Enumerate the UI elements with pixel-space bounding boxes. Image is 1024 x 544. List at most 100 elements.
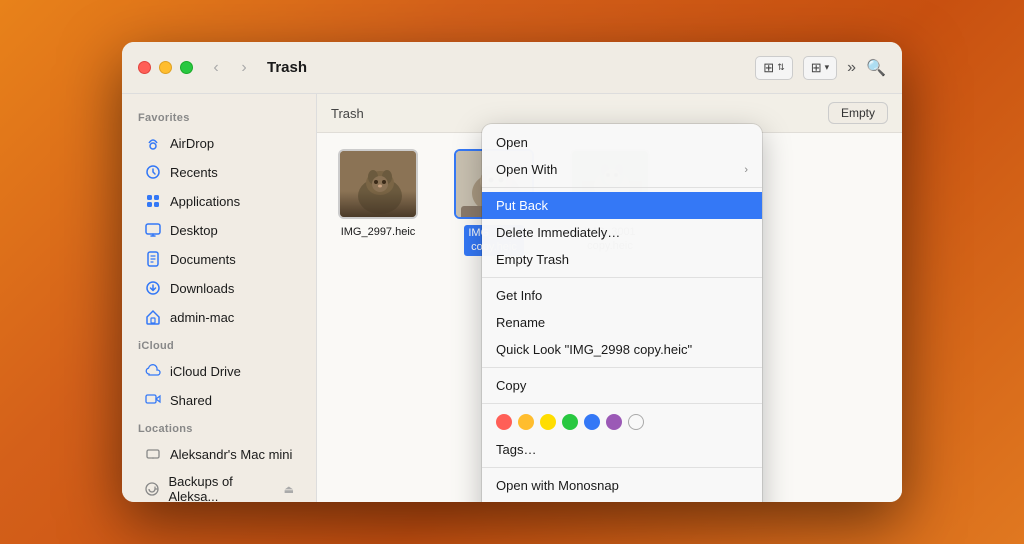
tag-green[interactable]: [562, 414, 578, 430]
tag-red[interactable]: [496, 414, 512, 430]
cm-empty-trash-label: Empty Trash: [496, 252, 569, 267]
search-button[interactable]: 🔍: [866, 58, 886, 78]
cm-copy-label: Copy: [496, 378, 526, 393]
empty-button[interactable]: Empty: [828, 102, 888, 124]
file-item-1[interactable]: IMG_2997.heic: [333, 149, 423, 256]
titlebar: ‹ › Trash ⊞ ⇅ ⊞ ▾ » 🔍: [122, 42, 902, 94]
downloads-label: Downloads: [170, 281, 234, 296]
cm-get-info[interactable]: Get Info: [482, 282, 762, 309]
airdrop-icon: [144, 134, 162, 152]
cm-tags-row: [482, 408, 762, 436]
trash-label: Trash: [331, 106, 364, 121]
sidebar-item-mac-mini[interactable]: Aleksandr's Mac mini: [128, 440, 310, 468]
tag-yellow[interactable]: [540, 414, 556, 430]
cm-set-desktop[interactable]: Set Desktop Picture: [482, 499, 762, 502]
cm-tags-label[interactable]: Tags…: [482, 436, 762, 463]
cm-delete-immediately-label: Delete Immediately…: [496, 225, 620, 240]
view-icon-button[interactable]: ⊞ ⇅: [755, 56, 792, 80]
desktop-label: Desktop: [170, 223, 218, 238]
cm-monosnap-open-label: Open with Monosnap: [496, 478, 619, 493]
backups-label: Backups of Aleksa...: [168, 474, 275, 502]
sidebar-item-documents[interactable]: Documents: [128, 245, 310, 273]
fullscreen-button[interactable]: [180, 61, 193, 74]
sidebar-item-home[interactable]: admin-mac: [128, 303, 310, 331]
cm-open-label: Open: [496, 135, 528, 150]
chevron-up-down-icon: ⇅: [777, 62, 785, 73]
icloud-drive-label: iCloud Drive: [170, 364, 241, 379]
cm-sep-4: [482, 403, 762, 404]
cm-quick-look-label: Quick Look "IMG_2998 copy.heic": [496, 342, 692, 357]
applications-icon: [144, 192, 162, 210]
finder-window: ‹ › Trash ⊞ ⇅ ⊞ ▾ » 🔍 Favorites: [122, 42, 902, 502]
documents-icon: [144, 250, 162, 268]
main-content: Favorites AirDrop Recents: [122, 94, 902, 502]
view-list-button[interactable]: ⊞ ▾: [803, 56, 837, 80]
sidebar-item-shared[interactable]: Shared: [128, 386, 310, 414]
tag-blue[interactable]: [584, 414, 600, 430]
cm-quick-look[interactable]: Quick Look "IMG_2998 copy.heic": [482, 336, 762, 363]
backup-icon: [144, 480, 160, 498]
file-name-1: IMG_2997.heic: [341, 225, 416, 239]
favorites-label: Favorites: [122, 104, 316, 128]
grid-icon: ⊞: [763, 60, 774, 76]
downloads-icon: [144, 279, 162, 297]
sidebar-item-icloud-drive[interactable]: iCloud Drive: [128, 357, 310, 385]
shared-icon: [144, 391, 162, 409]
icloud-label: iCloud: [122, 332, 316, 356]
desktop-icon: [144, 221, 162, 239]
documents-label: Documents: [170, 252, 236, 267]
locations-label: Locations: [122, 415, 316, 439]
file-thumb-1: [338, 149, 418, 219]
sidebar-item-applications[interactable]: Applications: [128, 187, 310, 215]
shared-label: Shared: [170, 393, 212, 408]
chevron-down-icon: ▾: [825, 62, 830, 73]
more-button[interactable]: »: [847, 59, 856, 77]
cm-rename-label: Rename: [496, 315, 545, 330]
window-title: Trash: [267, 59, 307, 76]
tag-none[interactable]: [628, 414, 644, 430]
cm-tags-text: Tags…: [496, 442, 536, 457]
home-icon: [144, 308, 162, 326]
sidebar: Favorites AirDrop Recents: [122, 94, 317, 502]
toolbar-controls: ⊞ ⇅ ⊞ ▾ » 🔍: [755, 56, 886, 80]
cm-monosnap-open[interactable]: Open with Monosnap: [482, 472, 762, 499]
mac-mini-label: Aleksandr's Mac mini: [170, 447, 292, 462]
chevron-right-icon: ›: [744, 164, 748, 176]
cm-sep-2: [482, 277, 762, 278]
forward-button[interactable]: ›: [233, 57, 255, 79]
sidebar-item-airdrop[interactable]: AirDrop: [128, 129, 310, 157]
cm-copy[interactable]: Copy: [482, 372, 762, 399]
nav-buttons: ‹ ›: [205, 57, 255, 79]
airdrop-label: AirDrop: [170, 136, 214, 151]
icloud-icon: [144, 362, 162, 380]
minimize-button[interactable]: [159, 61, 172, 74]
recents-icon: [144, 163, 162, 181]
cm-sep-3: [482, 367, 762, 368]
cm-sep-5: [482, 467, 762, 468]
cm-open-with[interactable]: Open With ›: [482, 156, 762, 183]
cm-delete-immediately[interactable]: Delete Immediately…: [482, 219, 762, 246]
back-button[interactable]: ‹: [205, 57, 227, 79]
tag-orange[interactable]: [518, 414, 534, 430]
cm-sep-1: [482, 187, 762, 188]
cm-open-with-label: Open With: [496, 162, 557, 177]
sidebar-item-backups[interactable]: Backups of Aleksa... ⏏: [128, 469, 310, 502]
cm-put-back[interactable]: Put Back: [482, 192, 762, 219]
sidebar-item-recents[interactable]: Recents: [128, 158, 310, 186]
file-area: Trash Empty: [317, 94, 902, 502]
close-button[interactable]: [138, 61, 151, 74]
file-image-1: [340, 151, 416, 217]
cm-empty-trash[interactable]: Empty Trash: [482, 246, 762, 273]
eject-icon[interactable]: ⏏: [284, 483, 294, 496]
home-label: admin-mac: [170, 310, 234, 325]
applications-label: Applications: [170, 194, 240, 209]
cm-rename[interactable]: Rename: [482, 309, 762, 336]
recents-label: Recents: [170, 165, 218, 180]
list-icon: ⊞: [811, 60, 822, 76]
cm-put-back-label: Put Back: [496, 198, 548, 213]
cm-get-info-label: Get Info: [496, 288, 542, 303]
sidebar-item-downloads[interactable]: Downloads: [128, 274, 310, 302]
sidebar-item-desktop[interactable]: Desktop: [128, 216, 310, 244]
tag-purple[interactable]: [606, 414, 622, 430]
cm-open[interactable]: Open: [482, 129, 762, 156]
